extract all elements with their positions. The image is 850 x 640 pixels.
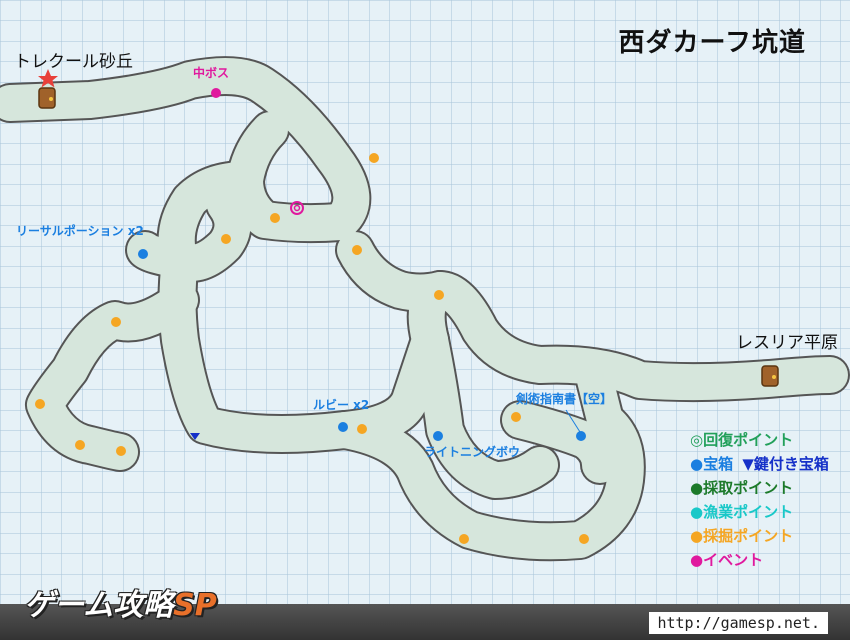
- mining-point: [459, 534, 469, 544]
- mining-point: [434, 290, 444, 300]
- brand-sp: SP: [173, 588, 217, 623]
- treasure-marker: [576, 431, 586, 441]
- west-exit-door: [38, 87, 56, 109]
- mining-point: [579, 534, 589, 544]
- east-exit-door: [761, 365, 779, 387]
- mining-point: [116, 446, 126, 456]
- mid-boss-event-marker: [211, 88, 221, 98]
- map-legend: ◎回復ポイント ●宝箱 ▼鍵付き宝箱 ●採取ポイント ●漁業ポイント ●採掘ポイ…: [690, 428, 829, 572]
- treasure-label: ルビー x2: [313, 398, 370, 412]
- mining-point: [111, 317, 121, 327]
- map-title: 西ダカーフ坑道: [618, 28, 806, 58]
- mining-point: [369, 153, 379, 163]
- legend-fishing: ●漁業ポイント: [690, 503, 794, 521]
- mining-point: [75, 440, 85, 450]
- mining-point: [35, 399, 45, 409]
- site-url: http://gamesp.net.: [649, 612, 828, 634]
- treasure-label: リーサルポーション x2: [16, 224, 144, 238]
- site-logo: ゲーム攻略SP: [24, 580, 217, 624]
- west-exit-label: トレクール砂丘: [14, 52, 133, 72]
- mid-boss-label: 中ボス: [193, 66, 230, 80]
- mining-point: [511, 412, 521, 422]
- treasure-label: 剣術指南書【空】: [516, 392, 613, 406]
- legend-mining: ●採掘ポイント: [690, 527, 794, 545]
- mining-point: [352, 245, 362, 255]
- mining-point: [270, 213, 280, 223]
- legend-recovery: ◎回復ポイント: [690, 431, 794, 449]
- legend-gather: ●採取ポイント: [690, 479, 794, 497]
- treasure-marker: [138, 249, 148, 259]
- mining-point: [221, 234, 231, 244]
- east-exit-label: レスリア平原: [736, 333, 838, 353]
- brand-main: ゲーム攻略: [24, 588, 174, 623]
- treasure-marker: [338, 422, 348, 432]
- treasure-marker: [433, 431, 443, 441]
- treasure-label: ライトニングボウ: [424, 445, 521, 459]
- legend-treasure-row: ●宝箱 ▼鍵付き宝箱: [690, 452, 829, 476]
- legend-locked-treasure: ▼鍵付き宝箱: [742, 455, 829, 473]
- legend-treasure: ●宝箱: [690, 455, 734, 473]
- legend-event: ●イベント: [690, 551, 764, 569]
- mining-point: [357, 424, 367, 434]
